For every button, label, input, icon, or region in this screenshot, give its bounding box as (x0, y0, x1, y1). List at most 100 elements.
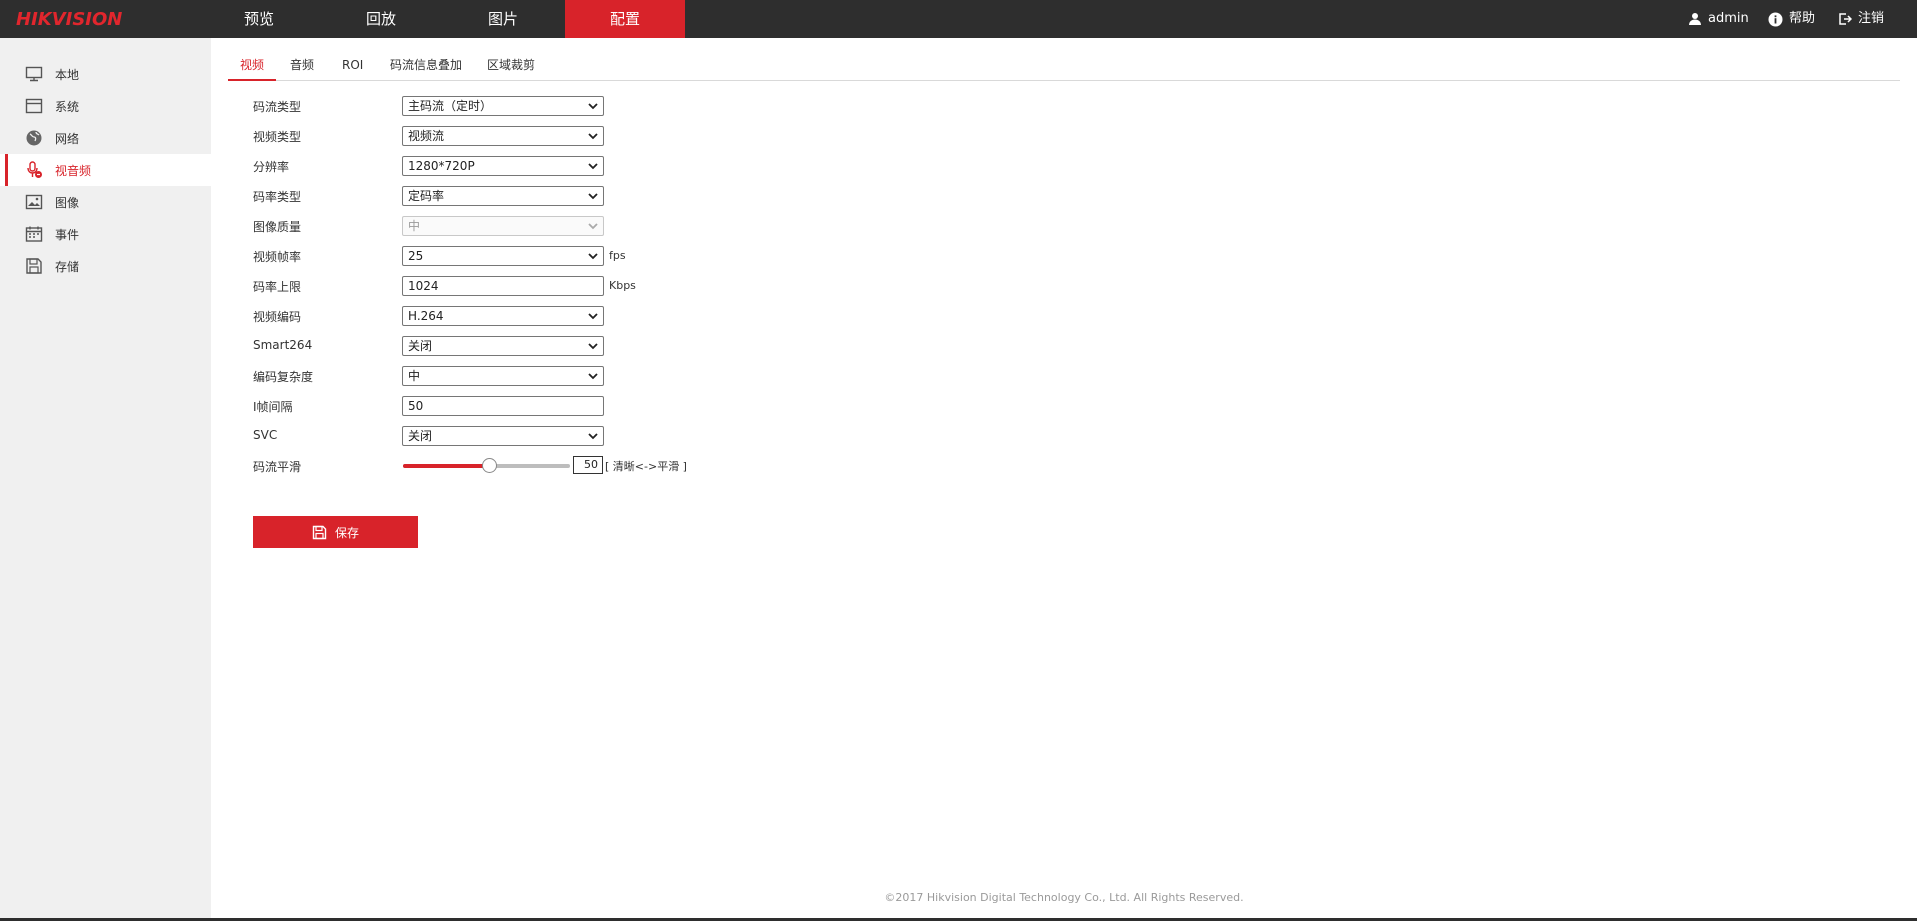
tab-roi[interactable]: ROI (330, 52, 375, 81)
chevron-down-icon (588, 373, 598, 380)
label-image-quality: 图像质量 (253, 220, 302, 234)
smart264-select[interactable]: 关闭 (402, 336, 604, 356)
brand-logo: HIKVISION (16, 9, 123, 30)
input-value: 1024 (408, 279, 439, 293)
sidebar-item-system[interactable]: 系统 (0, 90, 211, 122)
chevron-down-icon (588, 343, 598, 350)
i-frame-interval-input[interactable]: 50 (402, 396, 604, 416)
sidebar-item-network[interactable]: 网络 (0, 122, 211, 154)
save-button[interactable]: 保存 (253, 516, 418, 548)
save-icon (312, 525, 327, 539)
top-bar: HIKVISION 预览 回放 图片 配置 admin 帮助 注销 (0, 0, 1917, 38)
tab-bar: 视频 音频 ROI 码流信息叠加 区域裁剪 (228, 52, 1900, 81)
select-value: 主码流（定时） (408, 99, 493, 113)
label-i-frame-interval: I帧间隔 (253, 400, 293, 414)
bitrate-max-unit: Kbps (609, 279, 636, 292)
select-value: 25 (408, 249, 424, 263)
encoding-complexity-select[interactable]: 中 (402, 366, 604, 386)
video-type-select[interactable]: 视频流 (402, 126, 604, 146)
info-icon (1768, 12, 1783, 26)
select-value: 关闭 (408, 429, 433, 443)
select-value: H.264 (408, 309, 444, 323)
label-video-encoding: 视频编码 (253, 310, 302, 324)
save-icon (26, 258, 42, 274)
sidebar-item-event[interactable]: 事件 (0, 218, 211, 250)
select-value: 中 (408, 369, 421, 383)
label-bitrate-max: 码率上限 (253, 280, 302, 294)
label-encoding-complexity: 编码复杂度 (253, 370, 314, 384)
label-stream-type: 码流类型 (253, 100, 302, 114)
chevron-down-icon (588, 433, 598, 440)
tab-video[interactable]: 视频 (228, 52, 277, 81)
globe-icon (26, 130, 42, 146)
select-value: 关闭 (408, 339, 433, 353)
select-value: 1280*720P (408, 159, 475, 173)
sidebar-item-label: 存储 (55, 259, 80, 274)
tab-stream-info-overlay[interactable]: 码流信息叠加 (378, 52, 474, 81)
svc-select[interactable]: 关闭 (402, 426, 604, 446)
select-value: 视频流 (408, 129, 445, 143)
system-icon (25, 98, 43, 114)
nav-playback[interactable]: 回放 (321, 0, 441, 38)
tab-region-crop[interactable]: 区域裁剪 (475, 52, 547, 81)
user-icon (1689, 13, 1701, 25)
sidebar-item-label: 事件 (55, 227, 80, 242)
label-resolution: 分辨率 (253, 160, 290, 174)
nav-preview[interactable]: 预览 (199, 0, 319, 38)
label-svc: SVC (253, 428, 278, 442)
select-value: 定码率 (408, 189, 445, 203)
copyright-footer: ©2017 Hikvision Digital Technology Co., … (884, 891, 1244, 904)
resolution-select[interactable]: 1280*720P (402, 156, 604, 176)
label-video-type: 视频类型 (253, 130, 302, 144)
slider-handle[interactable] (482, 458, 497, 473)
input-value: 50 (408, 399, 424, 413)
monitor-icon (25, 66, 43, 82)
sidebar: 本地 系统 网络 视音频 图像 事件 存储 (0, 38, 211, 921)
nav-picture[interactable]: 图片 (443, 0, 563, 38)
sidebar-item-label: 系统 (55, 99, 80, 114)
sidebar-item-label: 本地 (55, 67, 80, 82)
select-value: 中 (408, 219, 421, 233)
chevron-down-icon (588, 103, 598, 110)
video-encoding-select[interactable]: H.264 (402, 306, 604, 326)
sidebar-item-storage[interactable]: 存储 (0, 250, 211, 282)
chevron-down-icon (588, 193, 598, 200)
help-label: 帮助 (1789, 11, 1816, 26)
stream-type-select[interactable]: 主码流（定时） (402, 96, 604, 116)
sidebar-item-video-audio[interactable]: 视音频 (0, 154, 211, 186)
chevron-down-icon (588, 133, 598, 140)
microphone-icon (27, 161, 42, 178)
label-frame-rate: 视频帧率 (253, 250, 302, 264)
chevron-down-icon (588, 313, 598, 320)
label-bitrate-type: 码率类型 (253, 190, 302, 204)
image-icon (25, 194, 43, 210)
user-menu[interactable]: admin (1688, 0, 1749, 38)
label-stream-smoothing: 码流平滑 (253, 460, 302, 474)
logout-link[interactable]: 注销 (1838, 0, 1884, 38)
frame-rate-unit: fps (609, 249, 626, 262)
sidebar-item-label: 图像 (55, 195, 80, 210)
stream-smoothing-value[interactable]: 50 (573, 456, 603, 474)
slider-fill (403, 464, 487, 468)
sidebar-item-local[interactable]: 本地 (0, 58, 211, 90)
sidebar-item-label: 网络 (55, 131, 80, 146)
sidebar-item-image[interactable]: 图像 (0, 186, 211, 218)
nav-configuration[interactable]: 配置 (565, 0, 685, 38)
bitrate-max-input[interactable]: 1024 (402, 276, 604, 296)
logout-label: 注销 (1858, 11, 1885, 26)
bitrate-type-select[interactable]: 定码率 (402, 186, 604, 206)
frame-rate-select[interactable]: 25 (402, 246, 604, 266)
username-label: admin (1708, 11, 1749, 26)
tab-audio[interactable]: 音频 (278, 52, 326, 81)
stream-smoothing-hint: [ 清晰<->平滑 ] (605, 460, 687, 473)
save-label: 保存 (334, 525, 359, 540)
image-quality-select: 中 (402, 216, 604, 236)
chevron-down-icon (588, 223, 598, 230)
chevron-down-icon (588, 163, 598, 170)
help-link[interactable]: 帮助 (1768, 0, 1815, 38)
logout-icon (1839, 13, 1852, 25)
calendar-icon (25, 226, 43, 242)
label-smart264: Smart264 (253, 338, 313, 352)
sidebar-item-label: 视音频 (55, 163, 92, 178)
chevron-down-icon (588, 253, 598, 260)
